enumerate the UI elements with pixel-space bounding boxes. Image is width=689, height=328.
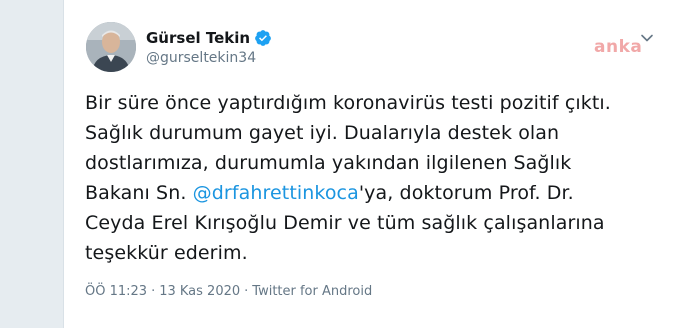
tweet-line: Bir süre önce yaptırdığım koronavirüs te…: [85, 92, 611, 114]
tweet-time[interactable]: ÖÖ 11:23: [85, 284, 147, 299]
avatar[interactable]: [86, 22, 136, 72]
author-handle[interactable]: @gurseltekin34: [146, 49, 256, 67]
person-photo-icon: [86, 22, 136, 72]
tweet-date[interactable]: 13 Kas 2020: [159, 284, 240, 299]
tweet-line: Bakanı Sn. @drfahrettinkoca'ya, doktorum…: [85, 178, 665, 208]
tweet-line: teşekkür ederim.: [85, 242, 248, 264]
tweet-card: Gürsel Tekin @gurseltekin34 anka Bir sür…: [63, 0, 689, 328]
author-name-row[interactable]: Gürsel Tekin: [146, 29, 272, 47]
mention-link[interactable]: @drfahrettinkoca: [193, 182, 359, 204]
author-display-name[interactable]: Gürsel Tekin: [146, 29, 250, 47]
tweet-metadata: ÖÖ 11:23 · 13 Kas 2020 · Twitter for Android: [85, 284, 372, 300]
tweet-line: dostlarımıza, durumumla yakından ilgilen…: [85, 152, 572, 174]
line-suffix: 'ya, doktorum Prof. Dr.: [358, 182, 574, 204]
verified-badge-icon: [254, 29, 272, 47]
tweet-text: Bir süre önce yaptırdığım koronavirüs te…: [85, 88, 665, 268]
tweet-line: Sağlık durumum gayet iyi. Dualarıyla des…: [85, 122, 560, 144]
meta-separator: ·: [151, 284, 156, 299]
line-prefix: Bakanı Sn.: [85, 182, 193, 204]
watermark-logo: anka: [594, 37, 643, 57]
tweet-line: Ceyda Erel Kırışoğlu Demir ve tüm sağlık…: [85, 212, 605, 234]
meta-separator: ·: [244, 284, 249, 299]
tweet-source[interactable]: Twitter for Android: [252, 284, 372, 299]
